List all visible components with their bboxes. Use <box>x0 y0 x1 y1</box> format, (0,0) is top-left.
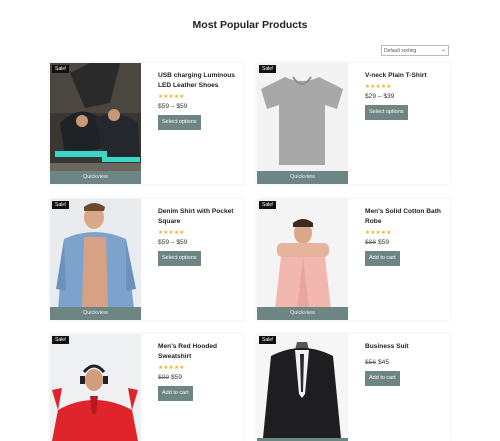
chevron-down-icon: ⌄ <box>440 47 446 53</box>
rating-stars: ★★★★★ <box>158 365 185 371</box>
rating-stars: ★★★★★ <box>365 230 392 236</box>
product-price: $56 $45 <box>365 359 453 366</box>
product-name[interactable]: Men's Solid Cotton Bath Robe <box>365 207 453 227</box>
rating-stars: ★★★★★ <box>158 94 185 100</box>
rating-stars: ★★★★★ <box>365 84 392 90</box>
sale-price: $59 <box>378 239 390 246</box>
product-name[interactable]: V-neck Plain T-Shirt <box>365 71 453 81</box>
quickview-button[interactable]: Quickview <box>50 171 141 184</box>
product-image[interactable]: Sale! <box>50 334 141 441</box>
sale-badge: Sale! <box>259 201 277 209</box>
product-card[interactable]: Sale! Quickview Men's Solid Cotton Bath … <box>257 199 450 320</box>
product-image[interactable]: Sale! Quickview <box>50 199 141 320</box>
product-image[interactable]: Sale! Quickview <box>257 199 348 320</box>
old-price: $88 <box>365 239 377 246</box>
product-card[interactable]: Sale! Men's Red Hooded Sweatshirt ★★★★★ … <box>50 334 243 441</box>
old-price: $99 <box>158 374 170 381</box>
product-card[interactable]: Sale! Quickview USB charging Luminous LE… <box>50 63 243 184</box>
product-image[interactable]: Sale! Quickview <box>50 63 141 184</box>
sort-selected-value: Default sorting <box>384 48 417 54</box>
quickview-button[interactable]: Quickview <box>50 307 141 320</box>
select-options-button[interactable]: Select options <box>158 251 201 266</box>
sort-select[interactable]: Default sorting ⌄ <box>381 45 449 56</box>
product-name[interactable]: Denim Shirt with Pocket Square <box>158 207 246 227</box>
add-to-cart-button[interactable]: Add to cart <box>365 251 400 266</box>
product-price: $59 – $59 <box>158 103 188 110</box>
product-name[interactable]: Business Suit <box>365 342 453 352</box>
sale-badge: Sale! <box>52 65 70 73</box>
sale-price: $59 <box>171 374 183 381</box>
add-to-cart-button[interactable]: Add to cart <box>158 386 193 401</box>
product-card[interactable]: Sale! Quickview Denim Shirt with Pocket … <box>50 199 243 320</box>
product-name[interactable]: Men's Red Hooded Sweatshirt <box>158 342 246 362</box>
product-card[interactable]: Sale! Quickview V-neck Plain T-Shirt ★★★… <box>257 63 450 184</box>
select-options-button[interactable]: Select options <box>158 115 201 130</box>
add-to-cart-button[interactable]: Add to cart <box>365 371 400 386</box>
product-image[interactable]: Sale! <box>257 334 348 441</box>
sale-price: $45 <box>378 359 390 366</box>
product-name[interactable]: USB charging Luminous LED Leather Shoes <box>158 71 246 91</box>
product-price: $59 – $59 <box>158 239 188 246</box>
product-price: $88 $59 <box>365 239 453 246</box>
quickview-button[interactable]: Quickview <box>257 307 348 320</box>
sale-badge: Sale! <box>52 201 70 209</box>
sale-badge: Sale! <box>52 336 70 344</box>
product-card[interactable]: Sale! Business Suit $56 $45 Add to cart <box>257 334 450 441</box>
sale-badge: Sale! <box>259 336 277 344</box>
product-price: $99 $59 <box>158 374 246 381</box>
rating-stars: ★★★★★ <box>158 230 185 236</box>
page-title: Most Popular Products <box>192 19 308 31</box>
product-price: $29 – $39 <box>365 93 395 100</box>
sale-badge: Sale! <box>259 65 277 73</box>
product-image[interactable]: Sale! Quickview <box>257 63 348 184</box>
select-options-button[interactable]: Select options <box>365 105 408 120</box>
quickview-button[interactable]: Quickview <box>257 171 348 184</box>
old-price: $56 <box>365 359 377 366</box>
